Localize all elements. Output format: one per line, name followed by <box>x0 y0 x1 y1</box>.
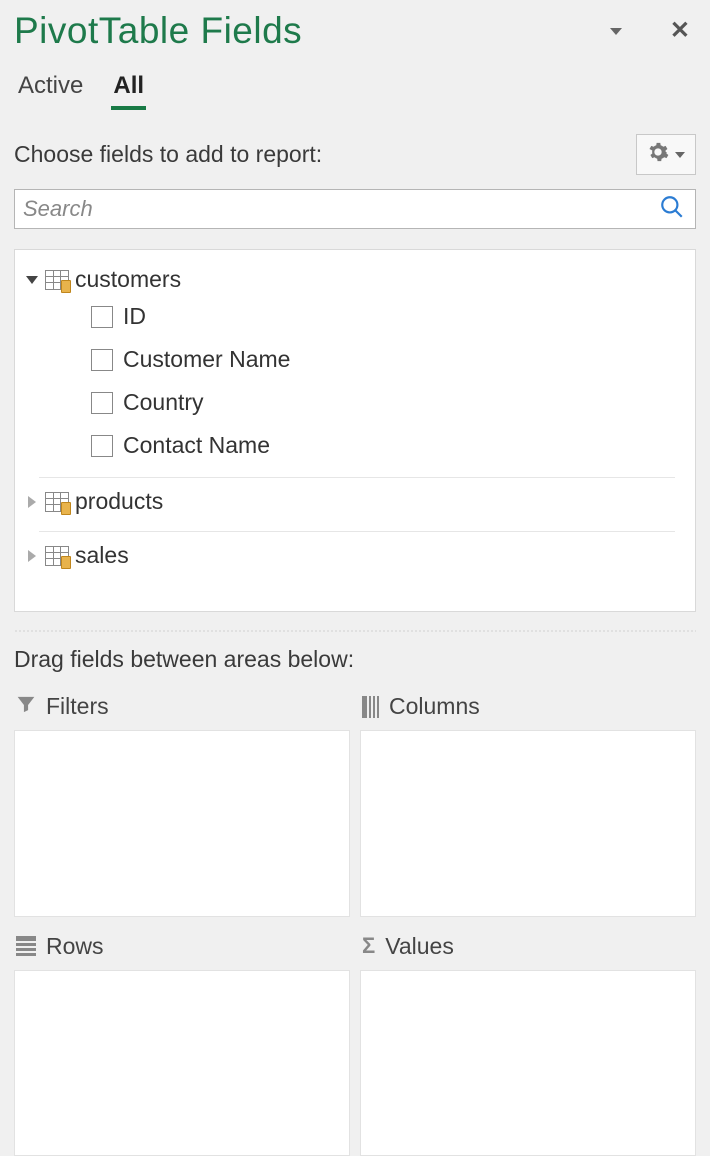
table-label: sales <box>75 542 129 569</box>
field-id[interactable]: ID <box>21 295 681 338</box>
pane-title: PivotTable Fields <box>14 10 302 52</box>
instruction-label: Choose fields to add to report: <box>14 141 322 168</box>
checkbox[interactable] <box>91 435 113 457</box>
close-icon[interactable]: ✕ <box>670 19 690 43</box>
area-values: Σ Values <box>360 927 696 1156</box>
drag-instruction: Drag fields between areas below: <box>14 646 696 673</box>
expand-icon[interactable] <box>25 550 39 562</box>
field-customer-name[interactable]: Customer Name <box>21 338 681 381</box>
tab-bar: Active All <box>14 70 696 110</box>
columns-dropzone[interactable] <box>360 730 696 917</box>
checkbox[interactable] <box>91 306 113 328</box>
field-label: Customer Name <box>123 346 290 373</box>
area-title: Values <box>385 933 454 960</box>
table-sales[interactable]: sales <box>21 540 681 571</box>
columns-icon <box>362 696 379 718</box>
field-label: Contact Name <box>123 432 270 459</box>
filter-icon <box>16 694 36 719</box>
table-icon <box>45 492 69 512</box>
collapse-icon[interactable] <box>25 276 39 284</box>
area-title: Rows <box>46 933 104 960</box>
field-country[interactable]: Country <box>21 381 681 424</box>
rows-dropzone[interactable] <box>14 970 350 1156</box>
tools-button[interactable] <box>636 134 696 175</box>
field-list: customers ID Customer Name Country Conta… <box>14 249 696 612</box>
checkbox[interactable] <box>91 349 113 371</box>
rows-icon <box>16 936 36 956</box>
table-products[interactable]: products <box>21 486 681 517</box>
chevron-down-icon <box>675 152 685 158</box>
filters-dropzone[interactable] <box>14 730 350 917</box>
field-contact-name[interactable]: Contact Name <box>21 424 681 467</box>
area-title: Filters <box>46 693 109 720</box>
separator <box>39 477 675 478</box>
values-dropzone[interactable] <box>360 970 696 1156</box>
area-title: Columns <box>389 693 480 720</box>
search-icon <box>659 194 685 225</box>
table-customers[interactable]: customers <box>21 264 681 295</box>
tab-active[interactable]: Active <box>16 70 85 110</box>
separator <box>39 531 675 532</box>
table-label: customers <box>75 266 181 293</box>
area-rows: Rows <box>14 927 350 1156</box>
sigma-icon: Σ <box>362 933 375 959</box>
table-icon <box>45 270 69 290</box>
search-box[interactable] <box>14 189 696 229</box>
area-columns: Columns <box>360 687 696 917</box>
expand-icon[interactable] <box>25 496 39 508</box>
checkbox[interactable] <box>91 392 113 414</box>
area-filters: Filters <box>14 687 350 917</box>
gear-icon <box>647 141 669 168</box>
table-icon <box>45 546 69 566</box>
pane-dropdown-icon[interactable] <box>610 28 622 35</box>
field-label: Country <box>123 389 204 416</box>
tab-all[interactable]: All <box>111 70 146 110</box>
divider <box>14 630 696 632</box>
field-label: ID <box>123 303 146 330</box>
table-label: products <box>75 488 163 515</box>
search-input[interactable] <box>15 190 659 228</box>
